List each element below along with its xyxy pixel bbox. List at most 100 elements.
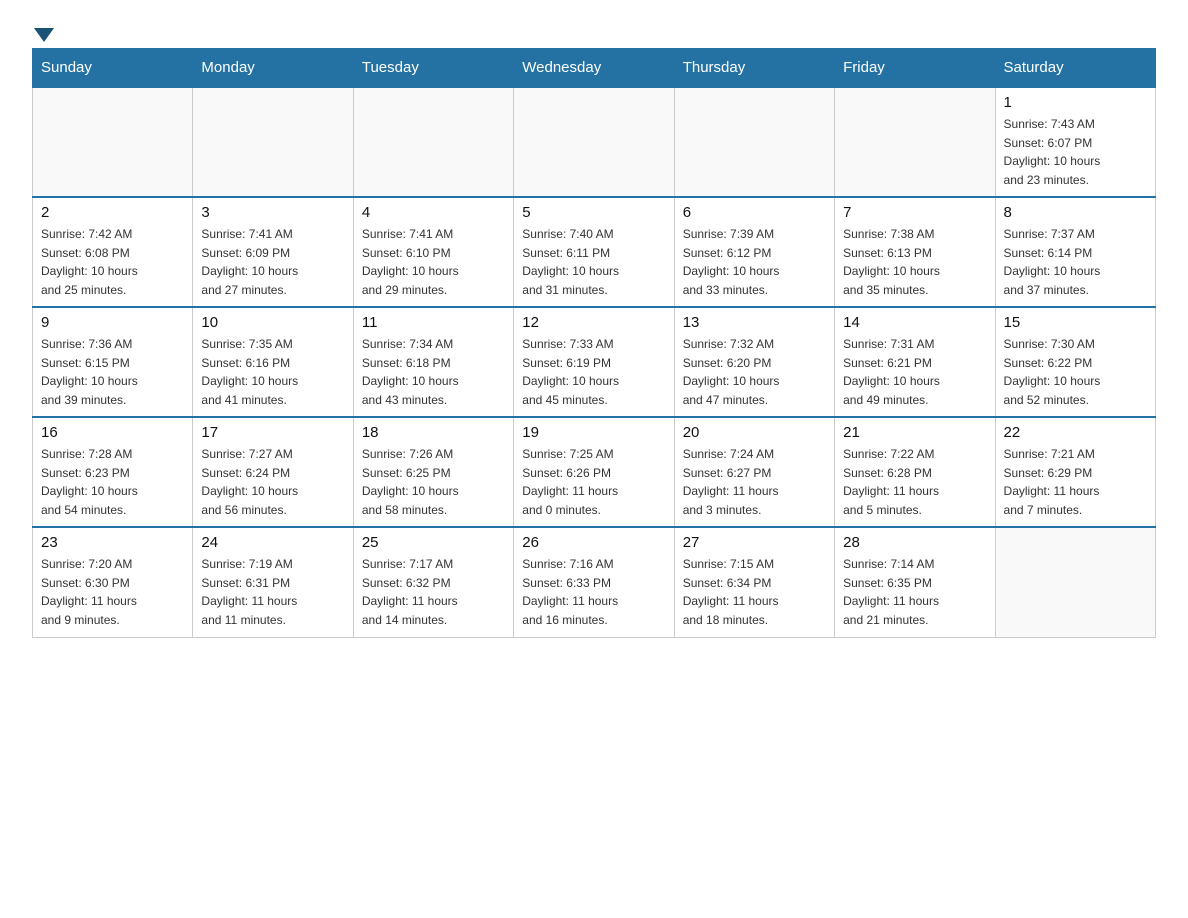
calendar-cell-4-6: 21 Sunrise: 7:22 AMSunset: 6:28 PMDayligh… [835,417,995,527]
day-info: Sunrise: 7:41 AMSunset: 6:09 PMDaylight:… [201,225,344,299]
day-number: 22 [1004,424,1147,441]
day-number: 3 [201,204,344,221]
calendar-cell-5-2: 24 Sunrise: 7:19 AMSunset: 6:31 PMDayligh… [193,527,353,637]
calendar-cell-3-2: 10 Sunrise: 7:35 AMSunset: 6:16 PMDayligh… [193,307,353,417]
calendar-cell-1-2 [193,87,353,197]
day-number: 8 [1004,204,1147,221]
day-number: 13 [683,314,826,331]
calendar-cell-1-1 [33,87,193,197]
calendar-cell-3-4: 12 Sunrise: 7:33 AMSunset: 6:19 PMDayligh… [514,307,674,417]
day-number: 23 [41,534,184,551]
calendar-cell-5-1: 23 Sunrise: 7:20 AMSunset: 6:30 PMDayligh… [33,527,193,637]
calendar-cell-4-3: 18Sunrise: 7:26 AMSunset: 6:25 PMDayligh… [353,417,513,527]
day-info: Sunrise: 7:32 AMSunset: 6:20 PMDaylight:… [683,335,826,409]
weekday-header-row: SundayMondayTuesdayWednesdayThursdayFrid… [33,49,1156,88]
day-info: Sunrise: 7:43 AMSunset: 6:07 PMDaylight:… [1004,115,1147,189]
day-number: 2 [41,204,184,221]
calendar-cell-4-2: 17 Sunrise: 7:27 AMSunset: 6:24 PMDayligh… [193,417,353,527]
calendar-cell-1-5 [674,87,834,197]
day-info: Sunrise: 7:27 AMSunset: 6:24 PMDaylight:… [201,445,344,519]
calendar-cell-4-5: 20 Sunrise: 7:24 AMSunset: 6:27 PMDayligh… [674,417,834,527]
calendar-cell-4-7: 22 Sunrise: 7:21 AMSunset: 6:29 PMDayligh… [995,417,1155,527]
day-info: Sunrise: 7:16 AMSunset: 6:33 PMDaylight:… [522,555,665,629]
weekday-header-saturday: Saturday [995,49,1155,88]
calendar-cell-2-7: 8 Sunrise: 7:37 AMSunset: 6:14 PMDaylight… [995,197,1155,307]
day-info: Sunrise: 7:39 AMSunset: 6:12 PMDaylight:… [683,225,826,299]
day-number: 1 [1004,94,1147,111]
day-number: 28 [843,534,986,551]
day-number: 15 [1004,314,1147,331]
day-info: Sunrise: 7:20 AMSunset: 6:30 PMDaylight:… [41,555,184,629]
day-info: Sunrise: 7:21 AMSunset: 6:29 PMDaylight:… [1004,445,1147,519]
day-number: 10 [201,314,344,331]
day-info: Sunrise: 7:30 AMSunset: 6:22 PMDaylight:… [1004,335,1147,409]
day-number: 6 [683,204,826,221]
calendar-cell-2-3: 4 Sunrise: 7:41 AMSunset: 6:10 PMDaylight… [353,197,513,307]
day-number: 16 [41,424,184,441]
calendar-cell-5-5: 27 Sunrise: 7:15 AMSunset: 6:34 PMDayligh… [674,527,834,637]
calendar-table: SundayMondayTuesdayWednesdayThursdayFrid… [32,48,1156,638]
day-info: Sunrise: 7:24 AMSunset: 6:27 PMDaylight:… [683,445,826,519]
calendar-cell-2-2: 3 Sunrise: 7:41 AMSunset: 6:09 PMDaylight… [193,197,353,307]
day-number: 9 [41,314,184,331]
calendar-cell-3-6: 14 Sunrise: 7:31 AMSunset: 6:21 PMDayligh… [835,307,995,417]
day-number: 7 [843,204,986,221]
calendar-cell-5-7 [995,527,1155,637]
day-info: Sunrise: 7:26 AMSunset: 6:25 PMDaylight:… [362,445,505,519]
day-info: Sunrise: 7:38 AMSunset: 6:13 PMDaylight:… [843,225,986,299]
weekday-header-sunday: Sunday [33,49,193,88]
calendar-cell-5-6: 28 Sunrise: 7:14 AMSunset: 6:35 PMDayligh… [835,527,995,637]
day-number: 17 [201,424,344,441]
calendar-cell-3-5: 13 Sunrise: 7:32 AMSunset: 6:20 PMDayligh… [674,307,834,417]
calendar-cell-5-4: 26 Sunrise: 7:16 AMSunset: 6:33 PMDayligh… [514,527,674,637]
calendar-cell-2-4: 5Sunrise: 7:40 AMSunset: 6:11 PMDaylight… [514,197,674,307]
calendar-cell-1-3 [353,87,513,197]
day-info: Sunrise: 7:28 AMSunset: 6:23 PMDaylight:… [41,445,184,519]
calendar-cell-1-6 [835,87,995,197]
weekday-header-tuesday: Tuesday [353,49,513,88]
day-info: Sunrise: 7:41 AMSunset: 6:10 PMDaylight:… [362,225,505,299]
day-number: 20 [683,424,826,441]
calendar-week-row-3: 9 Sunrise: 7:36 AMSunset: 6:15 PMDaylight… [33,307,1156,417]
day-number: 27 [683,534,826,551]
calendar-week-row-5: 23 Sunrise: 7:20 AMSunset: 6:30 PMDayligh… [33,527,1156,637]
day-info: Sunrise: 7:35 AMSunset: 6:16 PMDaylight:… [201,335,344,409]
calendar-cell-1-7: 1 Sunrise: 7:43 AMSunset: 6:07 PMDaylight… [995,87,1155,197]
day-info: Sunrise: 7:36 AMSunset: 6:15 PMDaylight:… [41,335,184,409]
weekday-header-monday: Monday [193,49,353,88]
day-number: 26 [522,534,665,551]
day-info: Sunrise: 7:37 AMSunset: 6:14 PMDaylight:… [1004,225,1147,299]
day-info: Sunrise: 7:25 AMSunset: 6:26 PMDaylight:… [522,445,665,519]
day-info: Sunrise: 7:17 AMSunset: 6:32 PMDaylight:… [362,555,505,629]
calendar-week-row-2: 2 Sunrise: 7:42 AMSunset: 6:08 PMDaylight… [33,197,1156,307]
weekday-header-thursday: Thursday [674,49,834,88]
calendar-cell-2-6: 7 Sunrise: 7:38 AMSunset: 6:13 PMDaylight… [835,197,995,307]
calendar-cell-3-1: 9 Sunrise: 7:36 AMSunset: 6:15 PMDaylight… [33,307,193,417]
day-info: Sunrise: 7:31 AMSunset: 6:21 PMDaylight:… [843,335,986,409]
day-info: Sunrise: 7:33 AMSunset: 6:19 PMDaylight:… [522,335,665,409]
calendar-cell-2-5: 6 Sunrise: 7:39 AMSunset: 6:12 PMDaylight… [674,197,834,307]
weekday-header-wednesday: Wednesday [514,49,674,88]
calendar-week-row-1: 1 Sunrise: 7:43 AMSunset: 6:07 PMDaylight… [33,87,1156,197]
day-number: 21 [843,424,986,441]
day-number: 4 [362,204,505,221]
page-header [32,24,1156,40]
day-info: Sunrise: 7:42 AMSunset: 6:08 PMDaylight:… [41,225,184,299]
calendar-cell-5-3: 25 Sunrise: 7:17 AMSunset: 6:32 PMDayligh… [353,527,513,637]
day-number: 11 [362,314,505,331]
day-info: Sunrise: 7:19 AMSunset: 6:31 PMDaylight:… [201,555,344,629]
weekday-header-friday: Friday [835,49,995,88]
day-info: Sunrise: 7:15 AMSunset: 6:34 PMDaylight:… [683,555,826,629]
day-number: 12 [522,314,665,331]
day-number: 19 [522,424,665,441]
calendar-cell-1-4 [514,87,674,197]
calendar-cell-4-4: 19 Sunrise: 7:25 AMSunset: 6:26 PMDayligh… [514,417,674,527]
day-number: 25 [362,534,505,551]
day-info: Sunrise: 7:22 AMSunset: 6:28 PMDaylight:… [843,445,986,519]
day-info: Sunrise: 7:34 AMSunset: 6:18 PMDaylight:… [362,335,505,409]
calendar-cell-3-7: 15 Sunrise: 7:30 AMSunset: 6:22 PMDayligh… [995,307,1155,417]
calendar-cell-3-3: 11 Sunrise: 7:34 AMSunset: 6:18 PMDayligh… [353,307,513,417]
day-info: Sunrise: 7:14 AMSunset: 6:35 PMDaylight:… [843,555,986,629]
day-number: 24 [201,534,344,551]
day-number: 14 [843,314,986,331]
